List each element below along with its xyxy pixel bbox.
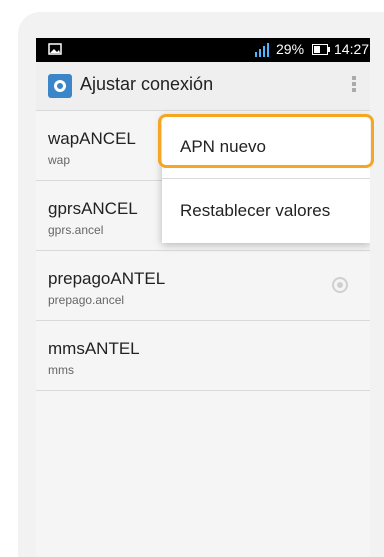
battery-percentage: 29%: [276, 41, 305, 57]
apn-sub: gprs.ancel: [48, 223, 104, 237]
menu-item-restablecer-valores[interactable]: Restablecer valores: [162, 179, 370, 243]
apn-name: prepagoANTEL: [48, 269, 166, 288]
action-bar: Ajustar conexión: [36, 62, 370, 111]
apn-name: wapANCEL: [48, 129, 136, 148]
apn-name: gprsANCEL: [48, 199, 138, 218]
apn-sub: mms: [48, 363, 74, 377]
highlight-box: [158, 114, 374, 168]
battery-icon: [312, 44, 330, 55]
apn-radio-button[interactable]: [332, 277, 348, 293]
apn-item-mmsantel[interactable]: mmsANTEL mms: [36, 321, 370, 391]
apn-sub: prepago.ancel: [48, 293, 125, 307]
apn-sub: wap: [48, 153, 71, 167]
clock: 14:27: [334, 41, 370, 57]
signal-icon: [255, 43, 269, 57]
settings-gear-icon: [48, 74, 72, 98]
page-title: Ajustar conexión: [80, 74, 214, 94]
overflow-menu-icon[interactable]: [350, 74, 358, 98]
apn-item-prepagoantel[interactable]: prepagoANTEL prepago.ancel: [36, 251, 370, 321]
image-icon: [48, 43, 62, 55]
status-bar: 29% 14:27: [36, 38, 370, 62]
apn-name: mmsANTEL: [48, 339, 140, 358]
